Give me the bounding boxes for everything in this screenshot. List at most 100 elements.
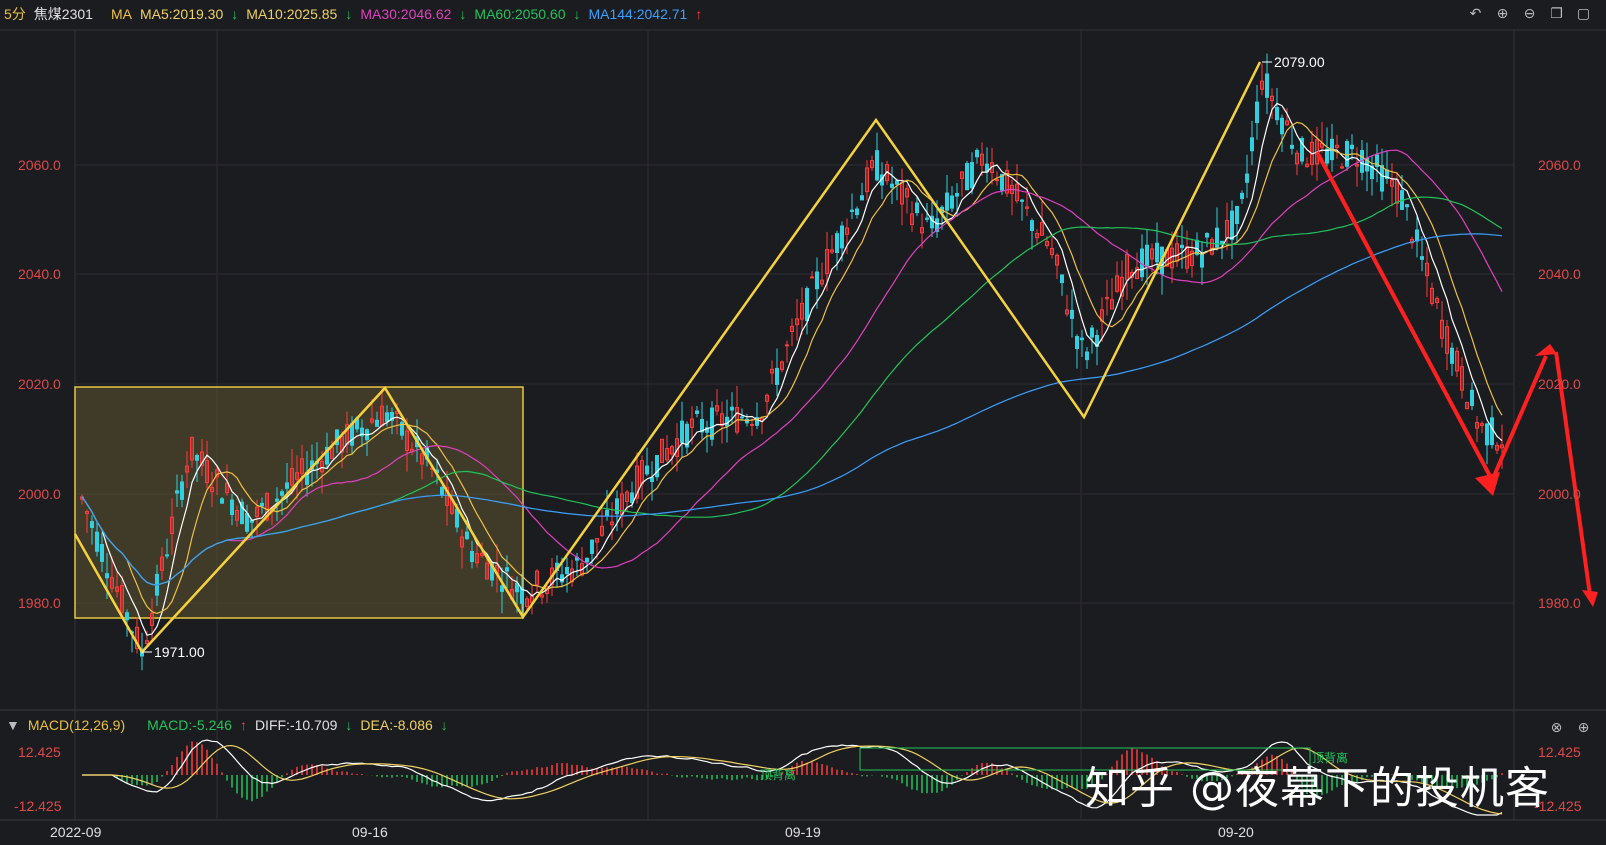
candle-body bbox=[695, 410, 699, 414]
low-price-label: 1971.00 bbox=[154, 644, 205, 660]
settings-icon[interactable]: ⊕ bbox=[1575, 719, 1592, 736]
ma30-value: MA30:2046.62 bbox=[360, 6, 452, 22]
candle-body bbox=[1490, 417, 1494, 446]
up-arrow-icon: ↑ bbox=[239, 717, 247, 733]
candle-body bbox=[805, 288, 809, 322]
candle-body bbox=[275, 498, 279, 502]
candle-body bbox=[470, 550, 474, 563]
candle-body bbox=[1030, 220, 1034, 231]
ma60-value: MA60:2050.60 bbox=[474, 6, 566, 22]
candle-body bbox=[280, 491, 284, 496]
candle-body bbox=[890, 183, 894, 188]
candle-body bbox=[1405, 204, 1409, 208]
candle-body bbox=[180, 481, 184, 500]
ma-title: MA bbox=[110, 6, 132, 22]
candle-body bbox=[1235, 205, 1239, 225]
candle-body bbox=[95, 531, 99, 552]
ma144-value: MA144:2042.71 bbox=[588, 6, 688, 22]
candle-body bbox=[740, 416, 744, 419]
candle-body bbox=[245, 513, 249, 532]
candle-body bbox=[505, 567, 509, 572]
candle-body bbox=[840, 225, 844, 249]
dea-value: DEA:-8.086 bbox=[360, 717, 433, 733]
price-tick: 2000.0 bbox=[18, 486, 61, 502]
down-arrow-icon: ↓ bbox=[345, 6, 353, 22]
candle-body bbox=[615, 498, 619, 515]
ma10-value: MA10:2025.85 bbox=[246, 6, 338, 22]
candle-body bbox=[1350, 144, 1354, 150]
candle-body bbox=[285, 482, 289, 489]
candle-body bbox=[1470, 389, 1474, 407]
watermark: 知乎 @夜幕下的投机客 bbox=[1085, 763, 1550, 814]
diff-value: DIFF:-10.709 bbox=[254, 717, 338, 733]
candle-body bbox=[650, 477, 654, 483]
candle-body bbox=[1200, 253, 1204, 268]
candle-body bbox=[810, 276, 814, 279]
price-tick-right: 2000.0 bbox=[1538, 486, 1581, 502]
period-label[interactable]: 5分 bbox=[4, 4, 26, 24]
divergence-label: 顶背离 bbox=[760, 767, 796, 782]
candle-body bbox=[90, 521, 94, 528]
candle-body bbox=[165, 554, 169, 557]
candle-body bbox=[1290, 144, 1294, 149]
candle-body bbox=[1450, 347, 1454, 364]
candle-body bbox=[975, 149, 979, 158]
candle-body bbox=[1265, 73, 1269, 98]
candle-body bbox=[220, 498, 224, 504]
x-tick: 09-20 bbox=[1218, 824, 1254, 840]
candle-body bbox=[1075, 336, 1079, 349]
price-tick-right: 2040.0 bbox=[1538, 266, 1581, 282]
candle-body bbox=[855, 208, 859, 216]
candle-body bbox=[1255, 101, 1259, 124]
candle-body bbox=[500, 585, 504, 592]
price-tick: 2020.0 bbox=[18, 376, 61, 392]
candle-body bbox=[945, 192, 949, 211]
close-icon[interactable]: ⊗ bbox=[1548, 719, 1565, 736]
candle-body bbox=[1180, 244, 1184, 249]
candle-body bbox=[100, 544, 104, 562]
candle-body bbox=[175, 490, 179, 494]
candle-body bbox=[925, 217, 929, 220]
macd-header: ▼ MACD(12,26,9) MACD:-5.246 ↑ DIFF:-10.70… bbox=[6, 717, 448, 733]
undo-icon[interactable]: ↶ bbox=[1467, 5, 1484, 22]
candle-body bbox=[440, 486, 444, 496]
down-arrow-icon: ↓ bbox=[440, 717, 448, 733]
candle-body bbox=[1250, 137, 1254, 152]
candle-body bbox=[195, 454, 199, 461]
price-tick: 2040.0 bbox=[18, 266, 61, 282]
more-icon[interactable]: ▢ bbox=[1575, 5, 1592, 22]
zoom-in-icon[interactable]: ⊕ bbox=[1494, 5, 1511, 22]
candle-body bbox=[965, 163, 969, 191]
zoom-out-icon[interactable]: ⊖ bbox=[1521, 5, 1538, 22]
candle-body bbox=[1070, 309, 1074, 319]
candle-body bbox=[875, 150, 879, 181]
candle-body bbox=[1420, 256, 1424, 260]
candle-body bbox=[605, 509, 609, 517]
up-arrow-icon: ↑ bbox=[695, 6, 703, 22]
candle-body bbox=[455, 508, 459, 528]
macd-value: MACD:-5.246 bbox=[147, 717, 232, 733]
candle-body bbox=[1155, 242, 1159, 263]
candle-body bbox=[1245, 173, 1249, 183]
down-arrow-icon: ↓ bbox=[345, 717, 353, 733]
candle-body bbox=[1240, 192, 1244, 200]
x-tick: 09-16 bbox=[352, 824, 388, 840]
macd-axis-top: 12.425 bbox=[18, 744, 61, 760]
candle-body bbox=[955, 192, 959, 197]
candle-body bbox=[125, 612, 129, 621]
candle-body bbox=[1020, 199, 1024, 202]
candle-body bbox=[350, 423, 354, 446]
price-tick: 2060.0 bbox=[18, 157, 61, 173]
collapse-icon[interactable]: ▼ bbox=[6, 717, 20, 733]
down-arrow-icon: ↓ bbox=[231, 6, 239, 22]
chart-toolbar: ↶ ⊕ ⊖ ❐ ▢ bbox=[1467, 5, 1592, 22]
price-tick-right: 1980.0 bbox=[1538, 595, 1581, 611]
window-icon[interactable]: ❐ bbox=[1548, 5, 1565, 22]
down-arrow-icon: ↓ bbox=[573, 6, 581, 22]
candle-body bbox=[730, 406, 734, 411]
candle-body bbox=[915, 202, 919, 214]
macd-toolbar: ⊗ ⊕ bbox=[1548, 719, 1592, 736]
candle-body bbox=[1280, 117, 1284, 135]
candle-body bbox=[1485, 423, 1489, 446]
candle-body bbox=[1145, 244, 1149, 266]
